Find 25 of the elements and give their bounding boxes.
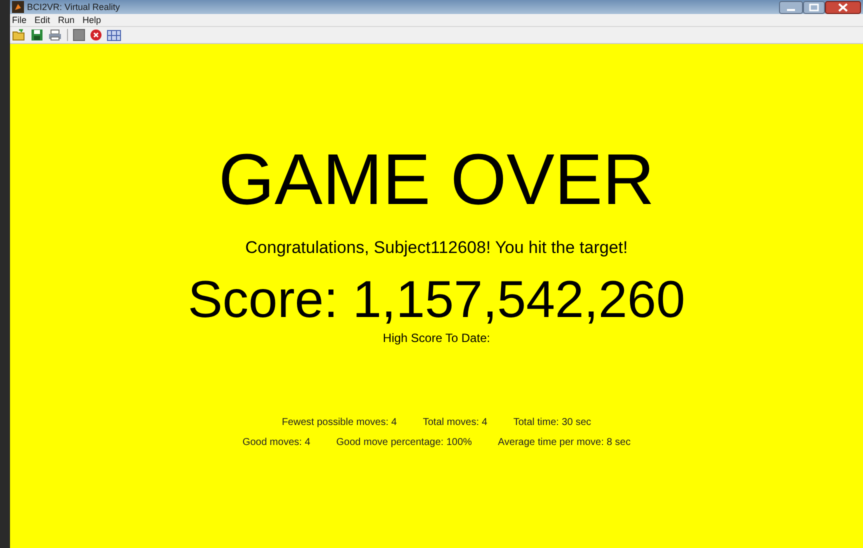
score-text: Score: 1,157,542,260 <box>188 272 686 330</box>
stat-text: Good move percentage: 100% <box>336 437 472 448</box>
menu-item[interactable]: File <box>12 15 27 25</box>
stat-text: Average time per move: 8 sec <box>498 437 631 448</box>
toolbar-separator <box>67 29 68 41</box>
menu-item[interactable]: Edit <box>34 15 50 25</box>
stat-text: Fewest possible moves: 4 <box>282 417 397 428</box>
game-over-heading: GAME OVER <box>218 144 655 216</box>
stop-icon[interactable] <box>90 29 102 41</box>
stat-text: Total time: 30 sec <box>513 417 592 428</box>
congratulations-message: Congratulations, Subject112608! You hit the target! <box>245 238 628 258</box>
maximize-button[interactable] <box>803 0 825 14</box>
high-score-label: High Score To Date: <box>382 331 490 346</box>
printer-icon[interactable] <box>48 29 62 41</box>
app-icon <box>12 1 24 13</box>
menu-item[interactable]: Help <box>82 15 102 25</box>
stat-text: Total moves: 4 <box>422 417 488 428</box>
close-button[interactable] <box>825 0 861 14</box>
grid-icon[interactable] <box>107 30 121 40</box>
window-title: BCI2VR: Virtual Reality <box>27 2 120 12</box>
stat-text: Good moves: 4 <box>242 437 310 448</box>
folder-icon[interactable] <box>12 29 26 41</box>
menu-item[interactable]: Run <box>58 15 75 25</box>
save-icon[interactable] <box>31 29 43 41</box>
minimize-button[interactable] <box>779 0 803 14</box>
